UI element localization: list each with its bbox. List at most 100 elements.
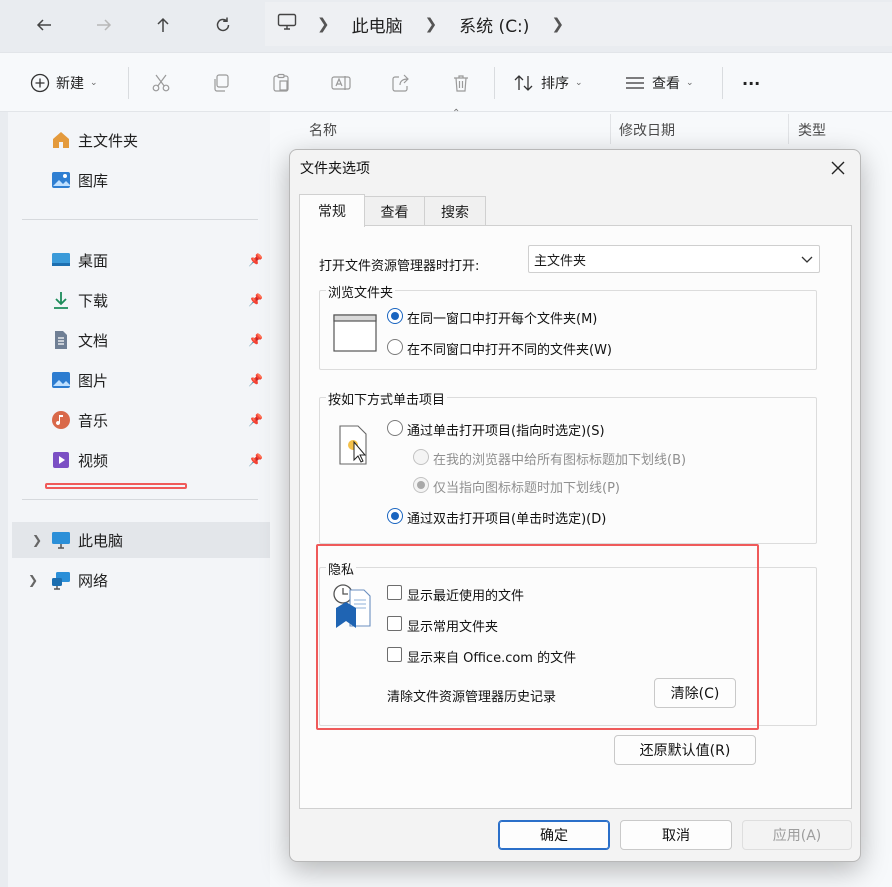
sidebar-item-label: 网络 <box>78 571 109 590</box>
navigation-pane: 主文件夹 图库 桌面 📌 下载 📌 文档 📌 图片 📌 音乐 📌 视频 📌 ❯ <box>8 112 270 887</box>
delete-icon[interactable] <box>449 71 473 95</box>
download-icon <box>54 292 68 309</box>
radio-same-window-label[interactable]: 在同一窗口中打开每个文件夹(M) <box>407 308 597 327</box>
breadcrumb-this-pc[interactable]: 此电脑 <box>352 12 403 37</box>
sidebar-item-label: 文档 <box>78 331 109 350</box>
sidebar-item-label: 图片 <box>78 371 109 390</box>
chevron-right-icon[interactable]: ❯ <box>28 573 38 587</box>
up-arrow-icon[interactable] <box>148 10 178 40</box>
sidebar-item-label: 视频 <box>78 451 109 470</box>
pin-icon[interactable]: 📌 <box>248 333 263 347</box>
chevron-down-icon: ⌄ <box>90 78 98 88</box>
cut-icon[interactable] <box>149 71 173 95</box>
new-button-label: 新建 <box>56 76 84 92</box>
pin-icon[interactable]: 📌 <box>248 293 263 307</box>
sidebar-item-documents[interactable]: 文档 📌 <box>8 322 266 358</box>
forward-arrow-icon[interactable] <box>89 10 119 40</box>
sidebar-item-home[interactable]: 主文件夹 <box>8 122 266 158</box>
sidebar-item-network[interactable]: ❯ 网络 <box>8 562 266 598</box>
copy-icon[interactable] <box>209 71 233 95</box>
new-button[interactable]: 新建 ⌄ <box>30 69 98 97</box>
tab-general[interactable]: 常规 <box>299 194 365 227</box>
pin-icon[interactable]: 📌 <box>248 453 263 467</box>
home-icon <box>53 132 69 148</box>
click-items-legend: 按如下方式单击项目 <box>326 389 448 408</box>
pin-icon[interactable]: 📌 <box>248 253 263 267</box>
sidebar-item-label: 主文件夹 <box>78 131 139 150</box>
sidebar-item-label: 音乐 <box>78 411 109 430</box>
view-list-icon <box>626 77 644 89</box>
restore-defaults-button[interactable]: 还原默认值(R) <box>614 735 756 765</box>
sidebar-item-label: 桌面 <box>78 251 109 270</box>
column-header-type[interactable]: 类型 <box>798 120 826 140</box>
radio-underline-point[interactable] <box>413 477 429 493</box>
breadcrumb-chevron-icon: ❯ <box>317 15 330 33</box>
annotation-underline <box>45 483 187 489</box>
more-options-button[interactable]: ··· <box>742 69 760 97</box>
sidebar-item-videos[interactable]: 视频 📌 <box>8 442 266 478</box>
radio-underline-all-label[interactable]: 在我的浏览器中给所有图标标题加下划线(B) <box>433 449 686 468</box>
breadcrumb-drive-c[interactable]: 系统 (C:) <box>459 12 529 37</box>
share-icon[interactable] <box>389 71 413 95</box>
paste-icon[interactable] <box>269 71 293 95</box>
sort-button-label: 排序 <box>541 76 569 92</box>
address-bar[interactable]: ❯ 此电脑 ❯ 系统 (C:) ❯ <box>265 2 892 46</box>
sidebar-item-label: 此电脑 <box>78 531 124 550</box>
radio-underline-point-label[interactable]: 仅当指向图标标题时加下划线(P) <box>433 477 620 496</box>
sidebar-item-gallery[interactable]: 图库 <box>8 162 266 198</box>
pin-icon[interactable]: 📌 <box>248 413 263 427</box>
breadcrumb-chevron-icon[interactable]: ❯ <box>551 15 564 33</box>
back-arrow-icon[interactable] <box>29 10 59 40</box>
open-explorer-label: 打开文件资源管理器时打开: <box>319 259 480 274</box>
dialog-title: 文件夹选项 <box>300 161 370 177</box>
sidebar-item-music[interactable]: 音乐 📌 <box>8 402 266 438</box>
document-icon <box>55 331 67 349</box>
open-explorer-select[interactable]: 主文件夹 <box>528 245 820 273</box>
column-header-date[interactable]: 修改日期 <box>619 120 675 140</box>
sidebar-divider <box>22 499 258 500</box>
sidebar-item-pictures[interactable]: 图片 📌 <box>8 362 266 398</box>
radio-single-click-label[interactable]: 通过单击打开项目(指向时选定)(S) <box>407 420 605 439</box>
chevron-right-icon[interactable]: ❯ <box>32 533 42 547</box>
cancel-button[interactable]: 取消 <box>620 820 732 850</box>
monitor-icon <box>277 13 297 36</box>
view-button-label: 查看 <box>652 76 680 92</box>
gallery-icon <box>52 172 70 188</box>
rename-icon[interactable] <box>329 71 353 95</box>
chevron-down-icon: ⌄ <box>575 78 583 88</box>
column-divider[interactable] <box>610 114 611 144</box>
radio-double-click-label[interactable]: 通过双击打开项目(单击时选定)(D) <box>407 508 606 527</box>
radio-single-click[interactable] <box>387 420 403 436</box>
radio-underline-all[interactable] <box>413 449 429 465</box>
radio-new-window[interactable] <box>387 339 403 355</box>
click-items-group: 按如下方式单击项目 通过单击打开项目(指向时选定)(S) 在我的浏览器中给所有图… <box>319 389 817 544</box>
tab-search[interactable]: 搜索 <box>424 196 486 226</box>
radio-double-click[interactable] <box>387 508 403 524</box>
chevron-down-icon <box>801 256 813 263</box>
sort-icon <box>514 75 533 91</box>
tab-view[interactable]: 查看 <box>364 196 425 226</box>
toolbar-divider <box>494 67 495 99</box>
ok-button[interactable]: 确定 <box>498 820 610 850</box>
column-divider[interactable] <box>788 114 789 144</box>
column-header-name[interactable]: 名称 <box>309 120 337 140</box>
pin-icon[interactable]: 📌 <box>248 373 263 387</box>
sidebar-divider <box>22 219 258 220</box>
view-button[interactable]: 查看 ⌄ <box>624 69 694 97</box>
close-icon[interactable] <box>826 156 850 180</box>
breadcrumb-chevron-icon: ❯ <box>424 15 438 33</box>
this-pc-icon <box>52 532 70 549</box>
folder-options-dialog: 文件夹选项 常规 查看 搜索 打开文件资源管理器时打开: 主文件夹 浏览文件夹 … <box>289 149 861 862</box>
browse-folders-group: 浏览文件夹 在同一窗口中打开每个文件夹(M) 在不同窗口中打开不同的文件夹(W) <box>319 282 817 370</box>
radio-same-window[interactable] <box>387 308 403 324</box>
radio-new-window-label[interactable]: 在不同窗口中打开不同的文件夹(W) <box>407 339 612 358</box>
annotation-highlight-box <box>316 544 759 730</box>
refresh-icon[interactable] <box>208 10 238 40</box>
open-explorer-value: 主文件夹 <box>534 253 587 269</box>
sidebar-item-desktop[interactable]: 桌面 📌 <box>8 242 266 278</box>
apply-button[interactable]: 应用(A) <box>742 820 852 850</box>
sort-button[interactable]: 排序 ⌄ <box>513 69 583 97</box>
sidebar-item-this-pc[interactable]: ❯ 此电脑 <box>12 522 270 558</box>
sidebar-item-downloads[interactable]: 下载 📌 <box>8 282 266 318</box>
plus-circle-icon <box>30 73 50 93</box>
